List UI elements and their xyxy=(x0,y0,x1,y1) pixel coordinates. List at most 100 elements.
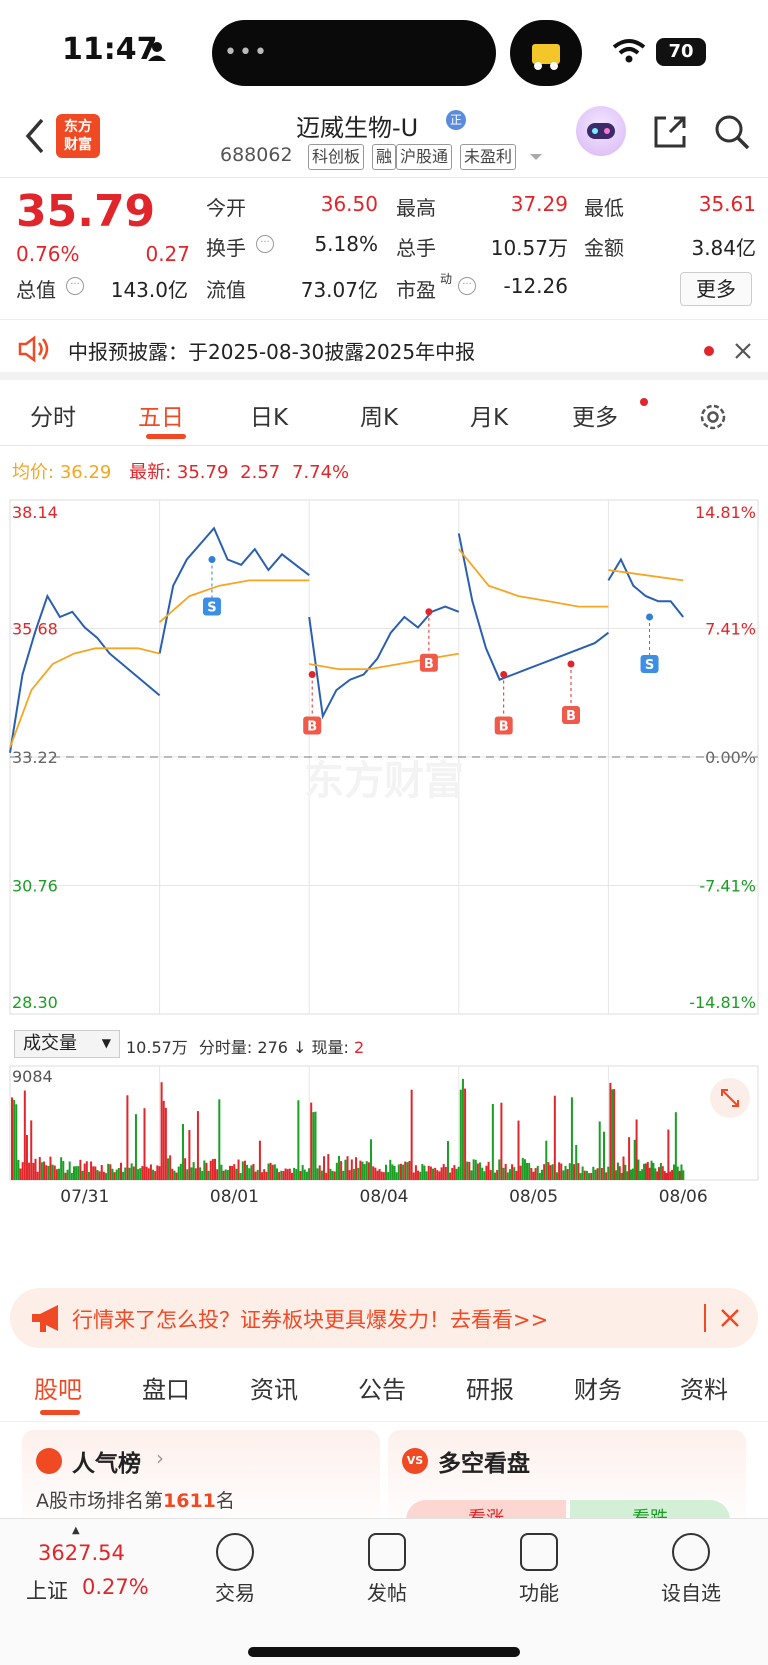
chevron-down-icon: ▼ xyxy=(101,1036,111,1050)
price-chart[interactable]: 38.14 14.81%35.68 7.41%33.22 0.00%30.76 -7.4… xyxy=(0,490,768,1026)
volume-bar xyxy=(352,1168,355,1180)
volume-bar xyxy=(547,1162,550,1180)
tab-yanbao[interactable]: 研报 xyxy=(466,1370,514,1405)
tab-month-k[interactable]: 月K xyxy=(470,398,508,432)
volume-bar xyxy=(124,1167,127,1180)
volume-bar xyxy=(241,1161,244,1180)
volume-bar xyxy=(271,1164,274,1180)
volume-bar xyxy=(301,1165,304,1180)
close-icon[interactable] xyxy=(734,342,752,360)
volume-bar xyxy=(254,1171,257,1180)
volume-bar xyxy=(47,1165,50,1180)
marker-label: B xyxy=(566,709,576,724)
back-icon[interactable] xyxy=(22,116,46,156)
marker-label: B xyxy=(499,719,509,734)
nav-post[interactable]: 发帖 xyxy=(342,1533,432,1606)
volume-bar xyxy=(147,1168,150,1180)
volume-bar xyxy=(605,1172,608,1180)
popularity-card[interactable]: 人气榜 › A股市场排名第1611名 xyxy=(22,1430,380,1530)
volume-bar xyxy=(188,1130,191,1180)
latest-value: 35.79 xyxy=(176,462,229,483)
notice-bar[interactable]: 中报预披露：于2025-08-30披露2025年中报 xyxy=(0,322,768,380)
settings-icon[interactable] xyxy=(698,402,728,432)
info-icon[interactable]: ··· xyxy=(66,277,84,295)
index-value[interactable]: 3627.54 xyxy=(38,1541,125,1565)
y-tick-right: -14.81% xyxy=(689,993,756,1012)
avg-value: 36.29 xyxy=(59,462,112,483)
bull-bear-card[interactable]: VS 多空看盘 看涨 看跌 xyxy=(388,1430,746,1530)
value-total-value: 143.0亿 xyxy=(110,278,188,302)
volume-bar xyxy=(545,1140,548,1180)
nav-add-watch[interactable]: 设自选 xyxy=(646,1533,736,1606)
nav-trade[interactable]: 交易 xyxy=(190,1533,280,1606)
volume-bar xyxy=(575,1144,578,1180)
volume-bar xyxy=(152,1169,155,1180)
volume-bar xyxy=(357,1167,360,1180)
chevron-down-icon[interactable] xyxy=(528,152,544,162)
volume-chart[interactable]: 9084 07/31 08/01 08/04 08/05 08/06 xyxy=(0,1062,768,1206)
tab-guba[interactable]: 股吧 xyxy=(34,1370,82,1405)
tab-zixun[interactable]: 资讯 xyxy=(250,1370,298,1405)
series-line xyxy=(458,548,609,608)
volume-bar xyxy=(284,1168,287,1180)
volume-bar xyxy=(421,1164,424,1180)
volume-bar xyxy=(36,1171,39,1180)
logo-text: 东方 财富 xyxy=(64,119,92,153)
value-turnover: 5.18% xyxy=(314,232,378,256)
volume-bar xyxy=(395,1172,398,1180)
tab-five-day[interactable]: 五日 xyxy=(138,398,184,432)
tab-ziliao[interactable]: 资料 xyxy=(680,1370,728,1405)
down-arrow-icon: ↓ xyxy=(293,1038,307,1057)
close-icon[interactable] xyxy=(720,1308,740,1328)
tab-fenshi[interactable]: 分时 xyxy=(30,398,76,432)
ai-robot-avatar[interactable] xyxy=(576,106,626,156)
volume-bar xyxy=(137,1169,140,1180)
megaphone-icon xyxy=(32,1305,58,1332)
volume-bar xyxy=(160,1082,163,1180)
tab-pankou[interactable]: 盘口 xyxy=(142,1370,190,1405)
volume-bar xyxy=(658,1167,661,1180)
volume-now-label: 现量: xyxy=(311,1038,349,1057)
volume-bar xyxy=(203,1160,206,1180)
volume-bar xyxy=(622,1156,625,1180)
tab-gonggao[interactable]: 公告 xyxy=(358,1370,406,1405)
label-low: 最低 xyxy=(584,196,624,220)
volume-bar xyxy=(436,1170,439,1180)
ad-text: 行情来了怎么投？证券板块更具爆发力！去看看>> xyxy=(72,1308,549,1332)
volume-bar xyxy=(674,1112,677,1180)
ad-banner[interactable]: 行情来了怎么投？证券板块更具爆发力！去看看>> xyxy=(10,1288,758,1348)
volume-select[interactable]: 成交量 ▼ xyxy=(14,1030,120,1058)
volume-bar xyxy=(94,1166,97,1180)
volume-bar xyxy=(600,1167,603,1180)
label-total-value: 总值 xyxy=(16,278,56,302)
volume-bar xyxy=(543,1164,546,1180)
volume-bar xyxy=(297,1100,300,1180)
tab-caiwu[interactable]: 财务 xyxy=(574,1370,622,1405)
volume-bar xyxy=(109,1164,112,1180)
info-icon[interactable]: ··· xyxy=(458,277,476,295)
share-icon[interactable] xyxy=(650,112,690,152)
volume-bar xyxy=(34,1158,37,1180)
tab-more[interactable]: 更多 xyxy=(572,398,618,432)
tab-week-k[interactable]: 周K xyxy=(360,398,398,432)
volume-bar xyxy=(541,1169,544,1180)
volume-bar xyxy=(513,1167,516,1180)
volume-bar xyxy=(596,1168,599,1180)
volume-bar xyxy=(130,1163,133,1180)
volume-bar xyxy=(58,1168,61,1180)
volume-bar xyxy=(397,1164,400,1180)
volume-bar xyxy=(387,1172,390,1180)
tab-day-k[interactable]: 日K xyxy=(250,398,288,432)
expand-button[interactable] xyxy=(710,1078,750,1118)
volume-bar xyxy=(25,1135,28,1180)
volume-bar xyxy=(205,1162,208,1180)
search-icon[interactable] xyxy=(712,112,752,152)
value-low: 35.61 xyxy=(698,192,756,216)
info-icon[interactable]: ··· xyxy=(256,235,274,253)
volume-bar xyxy=(374,1167,377,1180)
volume-bar xyxy=(391,1164,394,1180)
volume-bar xyxy=(239,1173,242,1180)
nav-functions[interactable]: 功能 xyxy=(494,1533,584,1606)
more-button[interactable]: 更多 xyxy=(680,272,752,306)
volume-bar xyxy=(231,1165,234,1180)
